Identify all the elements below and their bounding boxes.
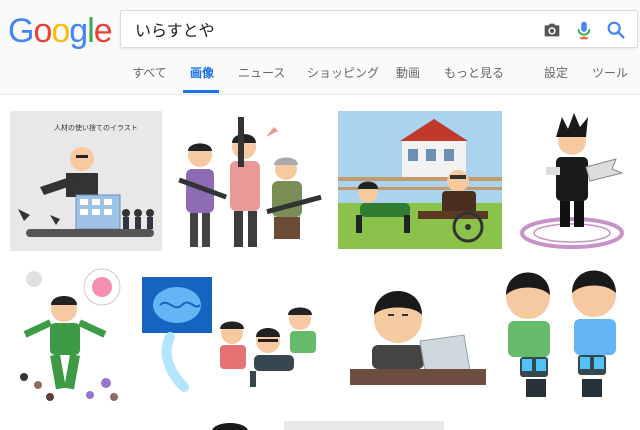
active-tab-indicator [183,90,219,93]
image-result[interactable] [496,269,630,403]
image-result[interactable] [338,111,502,249]
magic-circle-boy-illustration [520,113,624,249]
armed-family-illustration [178,117,322,247]
image-caption: 人材の使い捨てのイラスト [54,124,138,132]
tab-tools[interactable]: ツール [592,64,628,81]
tab-images[interactable]: 画像 [190,64,214,81]
image-result[interactable] [516,111,628,251]
image-result[interactable] [284,421,444,430]
image-result[interactable] [190,421,270,430]
tab-news[interactable]: ニュース [238,64,285,81]
image-result[interactable] [140,275,336,403]
tab-shopping[interactable]: ショッピング [307,64,379,81]
microphone-icon[interactable] [573,19,595,41]
tab-all[interactable]: すべて [132,64,167,81]
logo-letter: g [69,12,88,50]
partial-illustration [212,423,248,430]
laptop-worker-illustration [350,291,486,385]
image-results-grid: 人材の使い捨てのイラスト [0,95,640,430]
image-result[interactable] [170,111,326,253]
search-input[interactable] [135,19,515,38]
logo-letter: o [51,12,70,50]
rickshaw-illustration [338,119,502,249]
logo-letter: o [33,12,52,50]
header: Google すべて 画像 ニュース ショッピング 動画 もっと見る 設定 ツー… [0,0,640,95]
tab-videos[interactable]: 動画 [396,64,420,81]
image-result[interactable]: 人材の使い捨てのイラスト [10,111,162,251]
kids-gaming-illustration [506,270,616,397]
camera-icon[interactable] [541,19,563,41]
brain-upload-illustration [142,277,316,392]
search-tabs: すべて 画像 ニュース ショッピング 動画 もっと見る 設定 ツール [0,62,640,94]
google-logo[interactable]: Google [8,12,113,51]
image-result[interactable] [10,265,128,409]
search-box [120,10,638,48]
image-result[interactable] [350,285,486,385]
tab-more[interactable]: もっと見る [444,64,504,81]
tab-settings[interactable]: 設定 [544,64,568,81]
logo-letter: G [8,12,34,50]
tantrum-man-illustration [20,268,121,401]
search-icon[interactable] [605,19,627,41]
logo-letter: e [93,12,113,50]
